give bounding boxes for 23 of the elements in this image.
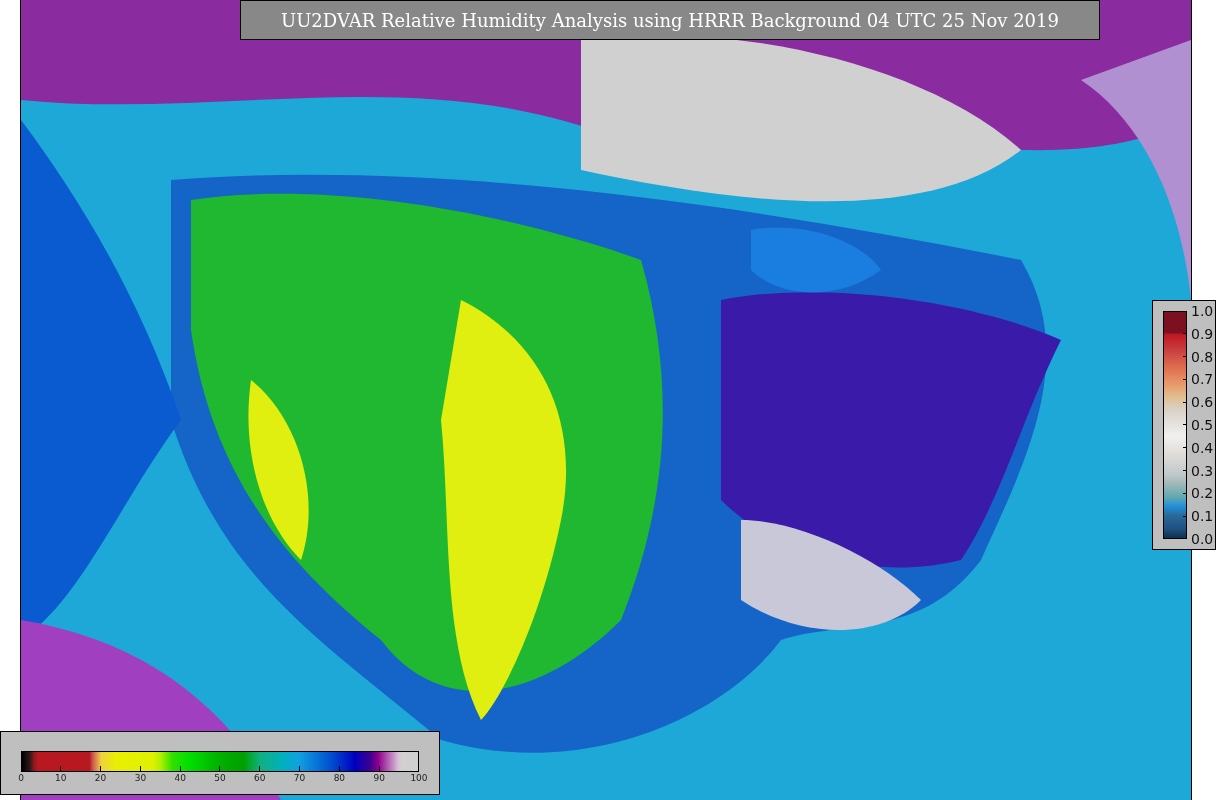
tick-label: 40 (174, 773, 186, 783)
tick-label: 0.6 (1191, 394, 1214, 411)
tick-label: 0.2 (1191, 485, 1214, 502)
tick-label: 90 (373, 773, 385, 783)
tick-label: 20 (94, 773, 107, 783)
tick-label: 60 (254, 773, 266, 783)
tick-label: 0.5 (1191, 417, 1214, 433)
tick-label: 1.0 (1191, 303, 1214, 319)
map-title: UU2DVAR Relative Humidity Analysis using HRRR Background 04 UTC 25 Nov 2019 (240, 0, 1100, 40)
tick-label: 0.7 (1191, 371, 1214, 388)
tick-label: 50 (214, 773, 226, 783)
tick-label: 0.8 (1191, 348, 1214, 365)
tick-label: 0 (18, 773, 24, 783)
tick-label: 100 (410, 773, 428, 783)
tick-label: 0.1 (1191, 508, 1214, 525)
tick-label: 30 (134, 773, 147, 783)
tick-label: 80 (333, 773, 346, 783)
tick-label: 0.4 (1191, 439, 1214, 456)
tick-label: 70 (293, 773, 306, 783)
tick-label: 0.9 (1191, 325, 1214, 342)
tick-label: 0.0 (1191, 530, 1214, 547)
tick-label: 10 (55, 773, 67, 783)
tick-label: 0.3 (1191, 462, 1214, 479)
